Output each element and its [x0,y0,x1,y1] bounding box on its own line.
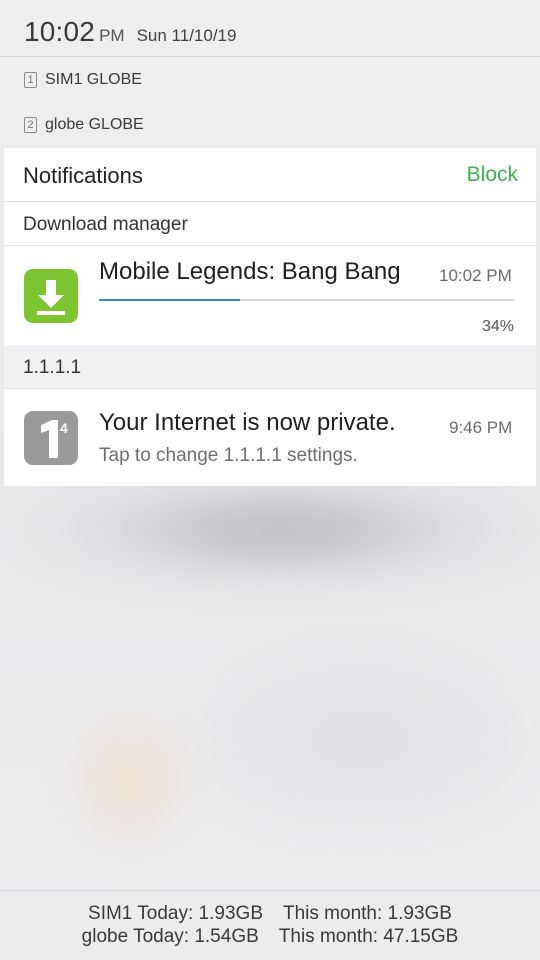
download-progress-bar [99,299,514,301]
notification-shade: 10:02 PM Sun 11/10/19 1 SIM1 GLOBE 2 glo… [0,0,540,960]
one-one-one-one-title: Your Internet is now private. [99,409,396,436]
date-label: Sun 11/10/19 [136,26,237,45]
clock-time: 10:02 [24,16,96,47]
globe-today-usage: globe Today: 1.54GB [81,926,259,947]
sim1-today-usage: SIM1 Today: 1.93GB [88,903,263,924]
sim-2-icon: 2 [24,117,37,133]
svg-text:4: 4 [60,420,68,436]
sim-2-row: 2 globe GLOBE [24,113,144,137]
one-one-one-one-time: 9:46 PM [449,418,513,437]
block-button[interactable]: Block [467,163,518,187]
download-progress-fill [99,299,241,301]
one-one-one-one-icon: 4 [24,411,78,465]
status-header: 10:02 PM Sun 11/10/19 1 SIM1 GLOBE 2 glo… [0,0,540,148]
one-one-one-one-subtitle: Tap to change 1.1.1.1 settings. [99,445,358,466]
globe-usage-line: globe Today: 1.54GB This month: 47.15GB [0,926,540,948]
clock-date[interactable]: 10:02 PM Sun 11/10/19 [24,16,236,56]
notifications-header: Notifications Block [4,148,536,202]
sim-1-label: SIM1 GLOBE [45,71,142,88]
data-usage-footer[interactable]: SIM1 Today: 1.93GB This month: 1.93GB glo… [0,890,540,960]
sim-1-icon: 1 [24,72,37,88]
clock-ampm: PM [99,26,125,45]
download-time: 10:02 PM [439,266,512,285]
notifications-title: Notifications [23,163,143,188]
divider [0,56,540,57]
download-icon [24,269,78,323]
globe-month-usage: This month: 47.15GB [278,926,459,947]
download-manager-label: Download manager [23,214,188,235]
one-one-one-one-label: 1.1.1.1 [23,357,82,378]
download-manager-header: Download manager [4,202,536,246]
sim1-month-usage: This month: 1.93GB [283,903,452,924]
download-percent: 34% [481,318,514,335]
download-title: Mobile Legends: Bang Bang [99,258,401,285]
sim-2-label: globe GLOBE [45,116,144,133]
sim1-usage-line: SIM1 Today: 1.93GB This month: 1.93GB [0,903,540,925]
notifications-panel: Notifications Block Download manager Mob… [4,148,536,486]
one-one-one-one-header: 1.1.1.1 [4,345,536,389]
sim-1-row: 1 SIM1 GLOBE [24,68,142,92]
